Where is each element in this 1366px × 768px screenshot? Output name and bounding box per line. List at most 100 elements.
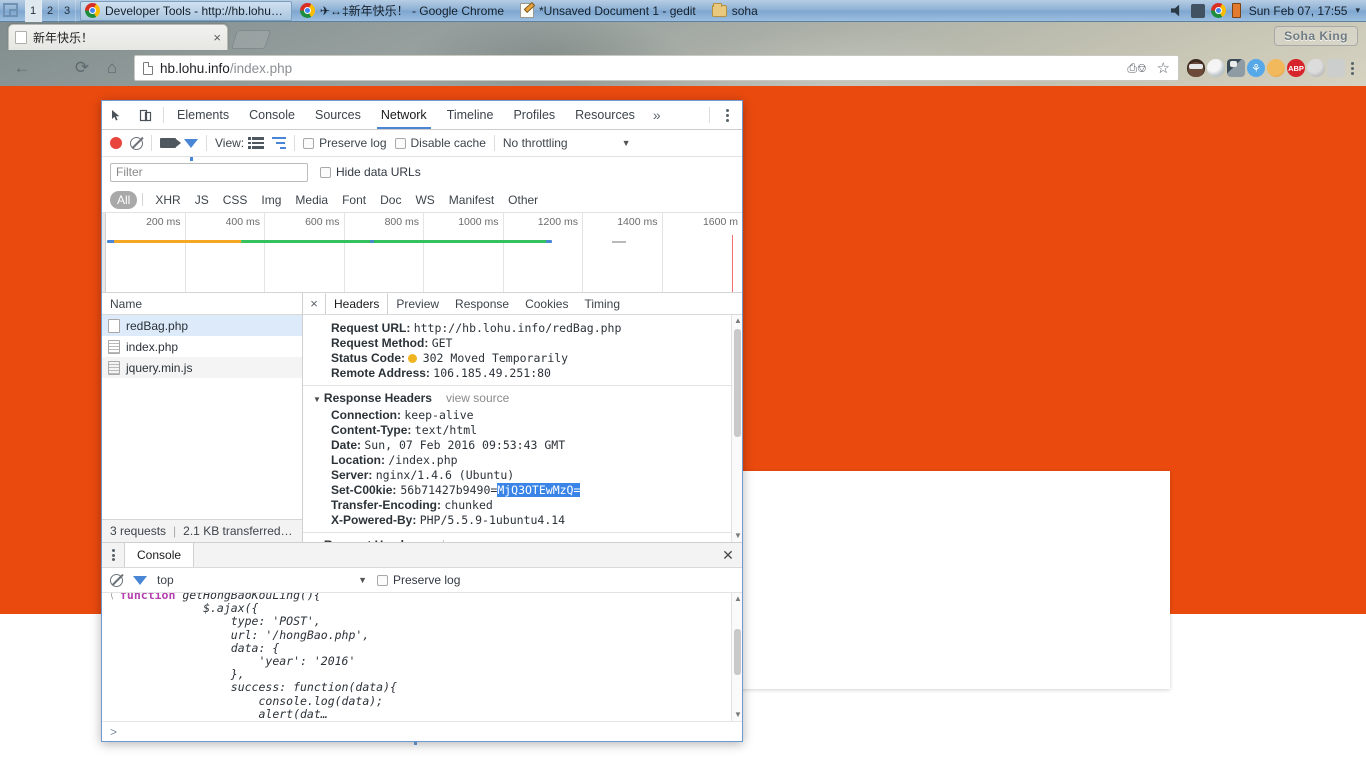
- incognito-icon[interactable]: [1187, 59, 1205, 77]
- address-bar[interactable]: hb.lohu.info/index.php ⎙⎊ ☆: [134, 55, 1179, 81]
- drawer-menu-icon[interactable]: [102, 543, 124, 567]
- preserve-log-checkbox[interactable]: Preserve log: [303, 136, 387, 150]
- volume-icon[interactable]: [1170, 4, 1180, 17]
- type-filter-js[interactable]: JS: [188, 191, 216, 209]
- console-preserve-log-checkbox[interactable]: Preserve log: [377, 573, 460, 587]
- type-filter-xhr[interactable]: XHR: [148, 191, 187, 209]
- type-filter-all[interactable]: All: [110, 190, 138, 209]
- more-tabs-icon[interactable]: »: [645, 101, 669, 129]
- request-row-redbag[interactable]: redBag.php: [102, 315, 302, 336]
- clear-console-icon[interactable]: [110, 573, 123, 587]
- detail-tab-headers[interactable]: Headers: [325, 293, 389, 314]
- selected-cookie-value[interactable]: MjQ3OTEwMzQ=: [497, 483, 581, 497]
- device-toolbar-icon[interactable]: [131, 101, 160, 129]
- blue-badge-icon[interactable]: ⚘: [1247, 59, 1265, 77]
- response-headers-section[interactable]: ▼ Response Headers view source: [303, 390, 742, 408]
- tab-profiles[interactable]: Profiles: [503, 101, 565, 129]
- home-button[interactable]: ⌂: [98, 54, 126, 82]
- tab-resources[interactable]: Resources: [565, 101, 645, 129]
- gray-disc-icon[interactable]: [1307, 59, 1325, 77]
- chevron-down-icon[interactable]: ▼: [313, 395, 321, 404]
- drawer-tab-console[interactable]: Console: [124, 543, 195, 567]
- taskbar-window-soha[interactable]: soha: [708, 1, 766, 21]
- tab-sources[interactable]: Sources: [305, 101, 371, 129]
- type-filter-doc[interactable]: Doc: [373, 191, 408, 209]
- tab-elements[interactable]: Elements: [167, 101, 239, 129]
- inspect-element-icon[interactable]: [102, 101, 131, 129]
- request-row-jquery[interactable]: jquery.min.js: [102, 357, 302, 378]
- workspace-2[interactable]: 2: [42, 0, 59, 22]
- workspace-switcher[interactable]: 1 2 3: [25, 0, 76, 22]
- capture-screenshots-icon[interactable]: [160, 138, 181, 148]
- type-filter-ws[interactable]: WS: [408, 191, 441, 209]
- scrollbar-thumb[interactable]: [734, 329, 741, 437]
- checkbox-box[interactable]: [377, 574, 388, 586]
- clock[interactable]: Sun Feb 07, 17:55: [1247, 4, 1350, 18]
- overview-body[interactable]: 200 ms 400 ms 600 ms 800 ms 1000 ms 1200…: [106, 213, 742, 292]
- chrome-tray-icon[interactable]: [1210, 3, 1226, 18]
- detail-tab-timing[interactable]: Timing: [576, 293, 628, 314]
- chevron-down-icon[interactable]: ▾: [1355, 5, 1360, 16]
- filter-input[interactable]: Filter: [110, 162, 308, 182]
- workspace-3[interactable]: 3: [59, 0, 76, 22]
- back-button[interactable]: ←: [8, 54, 36, 82]
- waterfall-view-icon[interactable]: [272, 136, 287, 150]
- copy-icon[interactable]: [1327, 59, 1345, 77]
- headers-scrollbar[interactable]: ▲ ▼: [731, 315, 742, 542]
- filter-icon[interactable]: [184, 138, 198, 161]
- detail-tab-cookies[interactable]: Cookies: [517, 293, 576, 314]
- view-source-link[interactable]: view source: [436, 538, 499, 542]
- list-view-icon[interactable]: [248, 137, 265, 149]
- taskbar-window-devtools[interactable]: Developer Tools - http://hb.lohu…: [80, 0, 292, 21]
- type-filter-manifest[interactable]: Manifest: [442, 191, 501, 209]
- type-filter-other[interactable]: Other: [501, 191, 545, 209]
- chevron-down-icon[interactable]: ▼: [358, 575, 367, 585]
- new-tab-button[interactable]: [230, 30, 272, 49]
- close-icon[interactable]: ✕: [714, 543, 742, 567]
- translate-icon[interactable]: ⎙⎊: [1127, 61, 1146, 76]
- request-list-header[interactable]: Name: [102, 293, 302, 315]
- devtools-menu-icon[interactable]: [713, 101, 742, 129]
- tab-network[interactable]: Network: [371, 101, 437, 129]
- execution-context-select[interactable]: top ▼: [157, 573, 367, 587]
- scrollbar-thumb[interactable]: [734, 629, 741, 675]
- network-overview-timeline[interactable]: 200 ms 400 ms 600 ms 800 ms 1000 ms 1200…: [102, 213, 742, 293]
- hide-data-urls-checkbox[interactable]: Hide data URLs: [320, 165, 421, 179]
- type-filter-img[interactable]: Img: [254, 191, 288, 209]
- tab-timeline[interactable]: Timeline: [437, 101, 504, 129]
- scroll-up-icon[interactable]: ▲: [734, 595, 742, 603]
- reload-button[interactable]: ⟳: [68, 54, 96, 82]
- tab-console[interactable]: Console: [239, 101, 305, 129]
- taskbar-window-chrome[interactable]: ✈↔‡新年快乐！ - Google Chrome: [296, 1, 512, 21]
- taskbar-window-gedit[interactable]: *Unsaved Document 1 - gedit: [516, 1, 704, 21]
- console-scrollbar[interactable]: ▲ ▼: [731, 593, 742, 721]
- throttling-select[interactable]: No throttling: [503, 136, 568, 150]
- request-list[interactable]: redBag.php index.php jquery.min.js: [102, 315, 302, 519]
- adblock-plus-icon[interactable]: ABP: [1287, 59, 1305, 77]
- type-filter-media[interactable]: Media: [288, 191, 335, 209]
- close-icon[interactable]: ×: [303, 293, 325, 314]
- globe-icon[interactable]: [1207, 59, 1225, 77]
- camera-icon[interactable]: [1227, 59, 1245, 77]
- detail-tab-response[interactable]: Response: [447, 293, 517, 314]
- checkbox-box[interactable]: [394, 137, 406, 149]
- launcher-icon[interactable]: [2, 2, 22, 20]
- view-source-link[interactable]: view source: [446, 391, 509, 405]
- chevron-down-icon[interactable]: ▼: [622, 138, 631, 148]
- request-headers-section[interactable]: ▼Request Headersview source: [303, 537, 742, 542]
- bookmark-star-icon[interactable]: ☆: [1157, 59, 1170, 77]
- battery-icon[interactable]: [1231, 3, 1241, 18]
- close-icon[interactable]: ×: [213, 31, 221, 44]
- chrome-menu-icon[interactable]: [1347, 61, 1358, 75]
- request-row-index[interactable]: index.php: [102, 336, 302, 357]
- workspace-1[interactable]: 1: [25, 0, 42, 22]
- scroll-down-icon[interactable]: ▼: [734, 711, 742, 719]
- detail-tab-preview[interactable]: Preview: [388, 293, 447, 314]
- cookie-icon[interactable]: [1267, 59, 1285, 77]
- disable-cache-checkbox[interactable]: Disable cache: [394, 136, 486, 150]
- keyboard-icon[interactable]: [1190, 3, 1205, 18]
- filter-icon[interactable]: [133, 575, 147, 598]
- checkbox-box[interactable]: [320, 166, 331, 178]
- clear-icon[interactable]: [130, 136, 143, 150]
- type-filter-css[interactable]: CSS: [216, 191, 255, 209]
